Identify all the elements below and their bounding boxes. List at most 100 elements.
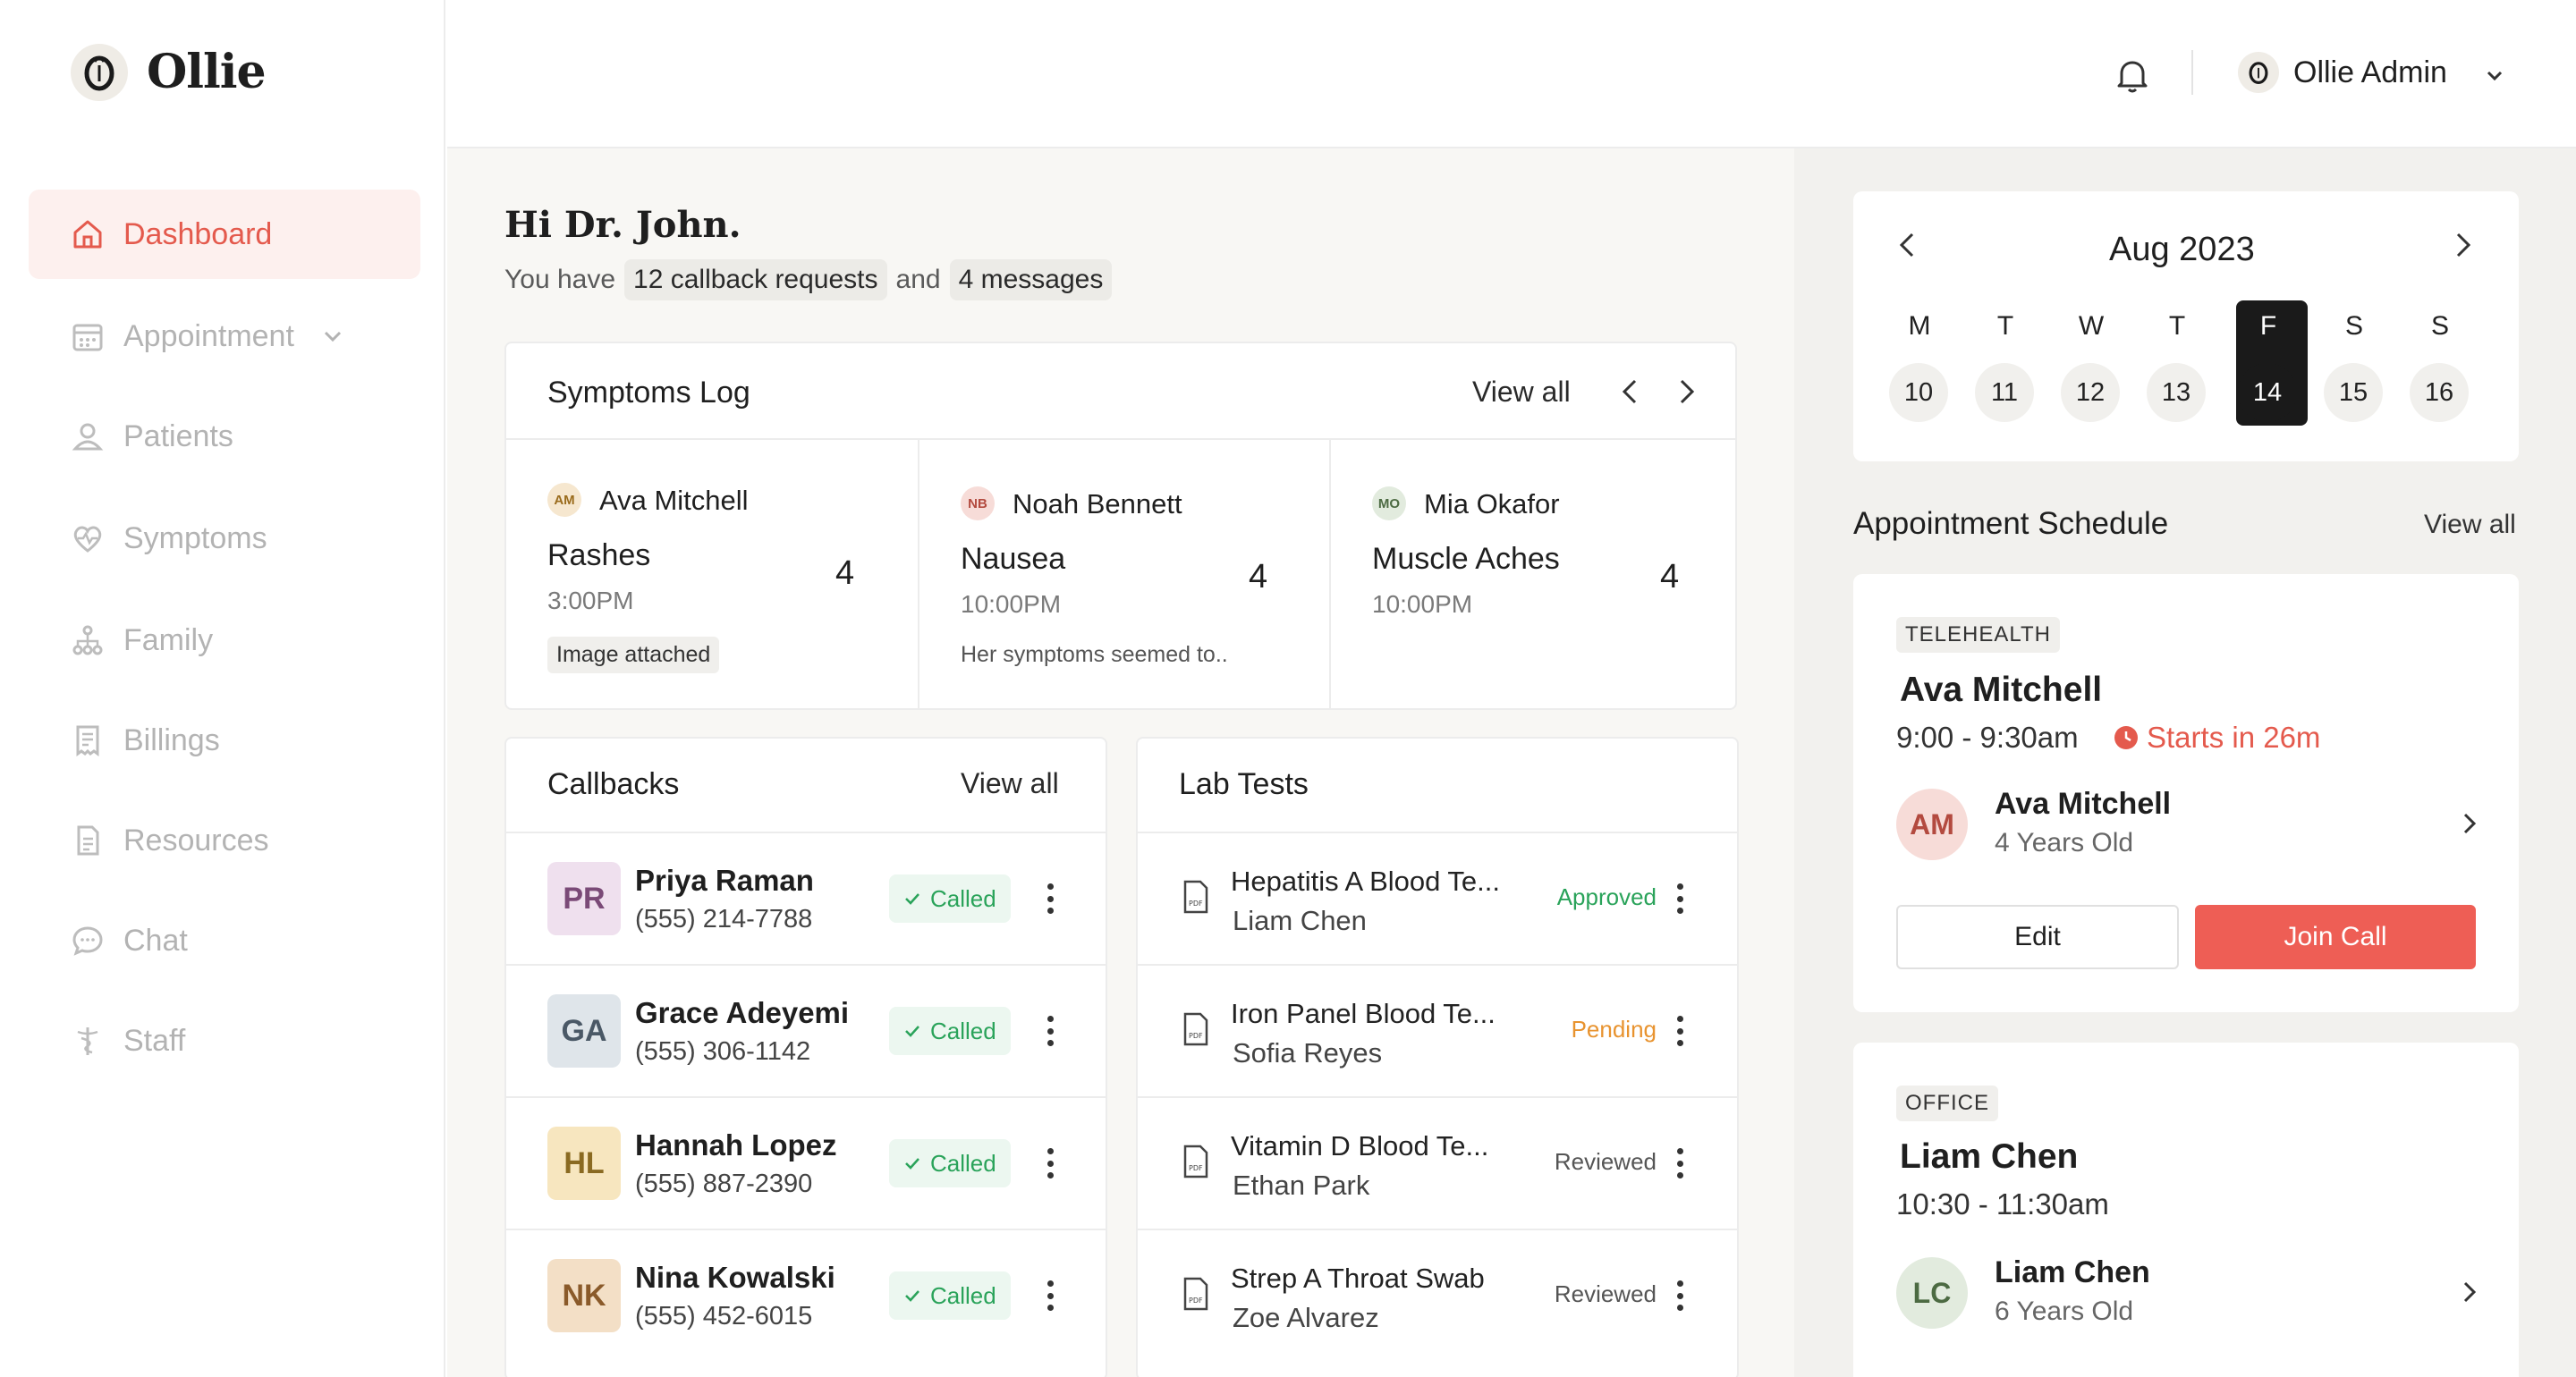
callbacks-view-all-link[interactable]: View all [961,767,1059,800]
callback-phone: (555) 214-7788 [635,905,813,933]
appointment-name: Liam Chen [1900,1137,2079,1176]
user-avatar[interactable] [2238,52,2279,93]
status-label: Pending [1571,1016,1657,1043]
status-badge: Called [889,1007,1011,1055]
sidebar-item-dashboard[interactable]: Dashboard [29,190,420,279]
sidebar-item-resources[interactable]: Resources [29,796,420,885]
avatar: AM [1896,789,1968,860]
patient-name: Ava Mitchell [599,485,749,516]
chevron-right-icon[interactable] [2445,227,2481,267]
join-call-button[interactable]: Join Call [2195,905,2476,969]
symptom-entry[interactable]: NB Noah Bennett Nausea 10:00PM 4 Her sym… [918,438,1329,710]
symptom-time: 10:00PM [1372,590,1473,618]
sidebar: Ollie Dashboard Appointment Patients Sym… [0,0,445,1377]
svg-text:PDF: PDF [1189,900,1203,908]
lab-test-patient: Liam Chen [1233,905,1367,936]
sidebar-item-billings[interactable]: Billings [29,696,420,785]
svg-text:PDF: PDF [1189,1164,1203,1172]
lab-test-name: Vitamin D Blood Te... [1231,1130,1489,1162]
more-options-icon[interactable] [1046,883,1055,914]
greeting-title: Hi Dr. John. [504,204,741,246]
status-badge: Called [889,874,1011,923]
more-options-icon[interactable] [1046,1148,1055,1178]
edit-button[interactable]: Edit [1896,905,2179,969]
sidebar-item-label: Staff [123,1023,186,1058]
chevron-right-icon[interactable] [2454,1277,2485,1312]
chevron-right-icon[interactable] [1669,374,1705,414]
schedule-view-all-link[interactable]: View all [2424,510,2516,540]
status-label: Approved [1556,883,1657,910]
more-options-icon[interactable] [1046,1280,1055,1311]
messages-chip[interactable]: 4 messages [949,259,1113,300]
app-name: Ollie [147,45,267,99]
lab-test-row[interactable]: PDF Iron Panel Blood Te... Sofia Reyes P… [1138,964,1737,1096]
avatar: HL [547,1127,621,1200]
calendar-day[interactable]: 11 [1975,363,2034,422]
calendar-day[interactable]: 13 [2147,363,2206,422]
callback-row[interactable]: NK Nina Kowalski (555) 452-6015 Called [506,1229,1106,1361]
appointment-card[interactable]: OFFICE Liam Chen 10:30 - 11:30am LC Liam… [1853,1043,2519,1377]
lab-test-row[interactable]: PDF Hepatitis A Blood Te... Liam Chen Ap… [1138,832,1737,964]
sidebar-item-patients[interactable]: Patients [29,392,420,481]
weekday-label: S [2344,311,2363,341]
symptom-count: 4 [1249,558,1268,596]
lab-test-row[interactable]: PDF Vitamin D Blood Te... Ethan Park Rev… [1138,1096,1737,1229]
symptoms-view-all-link[interactable]: View all [1472,376,1571,409]
more-options-icon[interactable] [1675,1016,1684,1046]
callback-row[interactable]: PR Priya Raman (555) 214-7788 Called [506,832,1106,964]
appointment-time: 10:30 - 11:30am [1896,1187,2109,1221]
callback-row[interactable]: HL Hannah Lopez (555) 887-2390 Called [506,1096,1106,1229]
more-options-icon[interactable] [1046,1016,1055,1046]
symptom-time: 10:00PM [961,590,1062,618]
calendar-day[interactable]: 12 [2061,363,2120,422]
sidebar-item-symptoms[interactable]: Symptoms [29,494,420,583]
pdf-file-icon: PDF [1182,1145,1209,1183]
sidebar-item-family[interactable]: Family [29,596,420,685]
lab-test-row[interactable]: PDF Strep A Throat Swab Zoe Alvarez Revi… [1138,1229,1737,1361]
more-options-icon[interactable] [1675,1280,1684,1311]
calendar-icon [70,318,106,354]
svg-text:PDF: PDF [1189,1032,1203,1040]
calendar-day[interactable]: 10 [1889,363,1948,422]
chevron-left-icon[interactable] [1612,374,1648,414]
callback-row[interactable]: GA Grace Adeyemi (555) 306-1142 Called [506,964,1106,1096]
user-name[interactable]: Ollie Admin [2293,55,2447,90]
more-options-icon[interactable] [1675,1148,1684,1178]
patient-name: Liam Chen [1995,1255,2150,1289]
greeting-prefix: You have [504,265,616,294]
check-icon [905,893,919,905]
chevron-down-icon[interactable] [321,325,344,348]
more-options-icon[interactable] [1675,883,1684,914]
chevron-down-icon[interactable] [2483,64,2506,88]
symptom-entry[interactable]: MO Mia Okafor Muscle Aches 10:00PM 4 [1329,438,1737,710]
attachment-tag: Image attached [547,637,720,673]
chevron-left-icon[interactable] [1889,227,1925,267]
symptoms-log-card: Symptoms Log View all AM Ava Mitchell Ra… [504,342,1737,710]
symptom-title: Muscle Aches [1372,542,1560,576]
callback-phone: (555) 306-1142 [635,1037,811,1066]
weekday-label: T [1996,311,2014,341]
notification-bell-icon[interactable] [2111,54,2154,97]
sidebar-item-appointment[interactable]: Appointment [29,291,420,381]
callbacks-title: Callbacks [547,767,680,801]
calendar-day[interactable]: 15 [2324,363,2383,422]
document-icon [70,823,106,858]
logo-icon [71,44,128,101]
lab-tests-title: Lab Tests [1179,767,1309,801]
callback-name: Nina Kowalski [635,1261,835,1294]
sidebar-item-chat[interactable]: Chat [29,896,420,985]
symptom-entry[interactable]: AM Ava Mitchell Rashes 3:00PM 4 Image at… [506,438,918,710]
lab-test-name: Strep A Throat Swab [1231,1263,1485,1294]
sidebar-item-staff[interactable]: Staff [29,996,420,1086]
sidebar-item-label: Symptoms [123,520,267,555]
avatar: PR [547,862,621,935]
appointment-card[interactable]: TELEHEALTH Ava Mitchell 9:00 - 9:30am St… [1853,574,2519,1012]
sidebar-item-label: Appointment [123,318,294,353]
callback-requests-chip[interactable]: 12 callback requests [624,259,887,300]
calendar-day[interactable]: 16 [2410,363,2469,422]
avatar: AM [547,483,581,517]
callback-name: Priya Raman [635,864,814,897]
receipt-icon [70,722,106,758]
calendar-day-selected[interactable]: 14 [2238,363,2297,422]
chevron-right-icon[interactable] [2454,808,2485,843]
